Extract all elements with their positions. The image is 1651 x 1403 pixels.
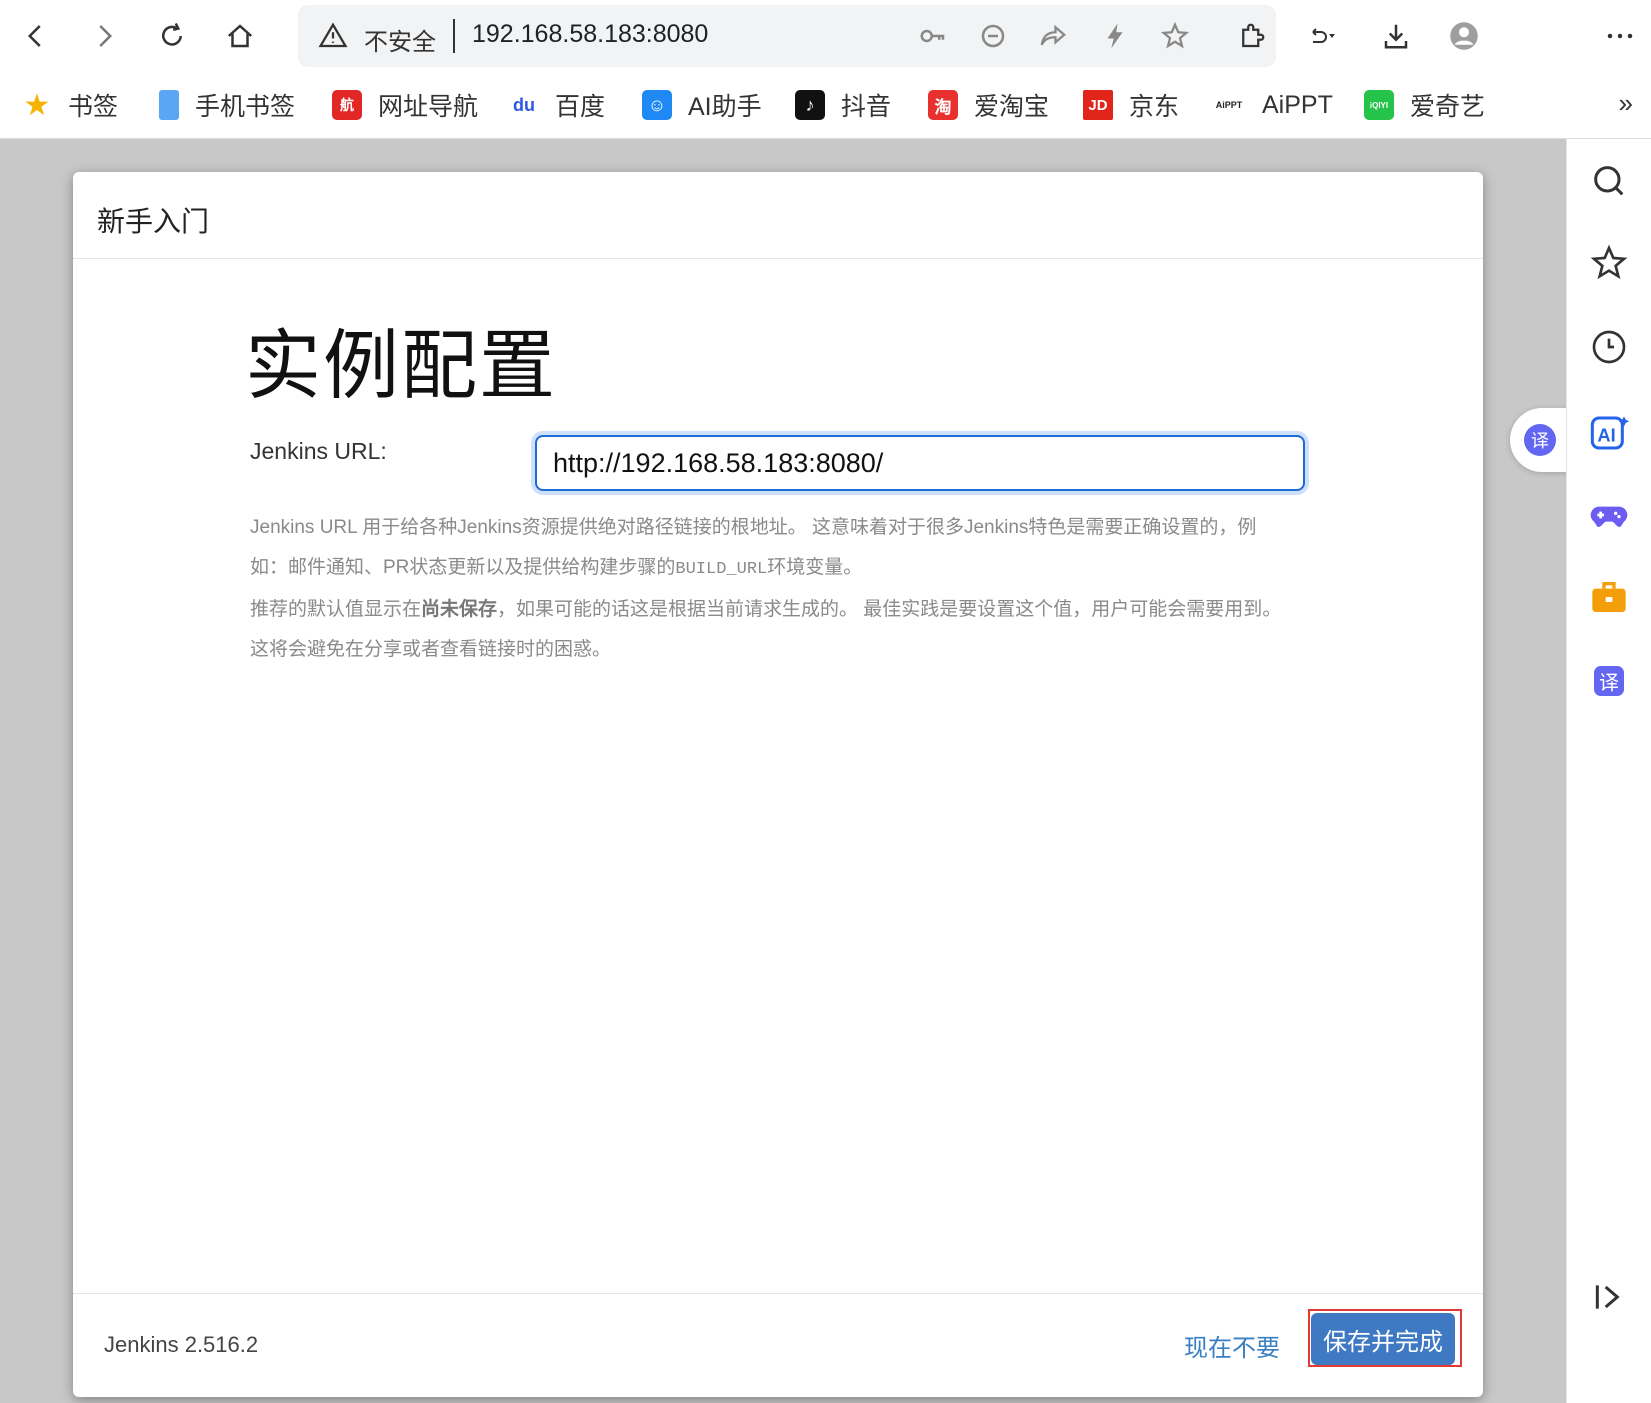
bookmark-item[interactable]: ☺ AI助手 [642,86,762,124]
favorite-star-icon[interactable] [1160,21,1190,51]
bookmarks-overflow-button[interactable]: » [1619,88,1633,119]
avatar-icon [1450,22,1478,50]
ai-icon: AI [1590,416,1629,450]
bookmark-label: AI助手 [688,93,762,121]
forward-icon [99,25,113,47]
bookmark-label: 百度 [555,93,606,121]
sidebar-history-button[interactable] [1587,325,1631,369]
url-text[interactable]: 192.168.58.183:8080 [472,20,708,49]
dialog-header: 新手入门 [73,172,1483,259]
bookmark-label: 爱奇艺 [1410,93,1486,121]
bookmark-item[interactable]: 手机书签 [154,86,295,124]
bookmark-item[interactable]: iQIYI 爱奇艺 [1364,86,1485,124]
download-button[interactable] [1372,12,1420,60]
back-icon [27,25,41,47]
undo-icon [1312,28,1335,43]
extensions-button[interactable] [1228,12,1276,60]
address-bar[interactable]: 不安全 192.168.58.183:8080 [298,5,1276,67]
extension-puzzle-icon [1242,23,1265,48]
bookmark-label: 京东 [1129,93,1180,121]
help-paragraph-2: 推荐的默认值显示在尚未保存，如果可能的话这是根据当前请求生成的。 最佳实践是要设… [250,599,1282,660]
reload-icon [162,22,182,46]
jd-icon: JD [1083,90,1113,120]
translate-icon: 译 [1594,666,1624,696]
translate-icon: 译 [1524,424,1556,456]
bookmark-item[interactable]: ★ 书签 [22,86,118,124]
browser-right-sidebar: AI 译 [1566,139,1651,1403]
save-and-finish-button[interactable]: 保存并完成 [1311,1313,1455,1365]
sidebar-toolbox-button[interactable] [1587,575,1631,619]
sidebar-collapse-button[interactable] [1587,1275,1631,1319]
dialog-footer: Jenkins 2.516.2 现在不要 保存并完成 [73,1293,1483,1397]
bookmark-item[interactable]: 航 网址导航 [332,86,478,124]
translate-float-button[interactable]: 译 [1510,408,1570,472]
build-url-code: BUILD_URL [675,560,768,579]
sidebar-ai-button[interactable]: AI [1587,411,1631,455]
bookmark-label: 网址导航 [378,93,479,121]
iqiyi-icon: iQIYI [1364,90,1394,120]
jenkins-version: Jenkins 2.516.2 [104,1332,259,1357]
douyin-icon: ♪ [795,90,825,120]
undo-menu-button[interactable] [1298,12,1346,60]
reload-button[interactable] [148,12,196,60]
sidebar-translate-button[interactable]: 译 [1587,659,1631,703]
star-icon: ★ [23,88,51,122]
bookmark-item[interactable]: ♪ 抖音 [795,86,891,124]
toolbox-icon [1592,582,1626,612]
phone-bookmark-icon [159,90,179,120]
jenkins-url-input[interactable] [535,435,1305,491]
aippt-icon: AiPPT [1215,100,1243,110]
forward-button[interactable] [80,12,128,60]
sidebar-search-button[interactable] [1587,159,1631,203]
warning-icon [318,22,348,48]
gamepad-icon [1590,506,1628,528]
setup-wizard-dialog: 新手入门 实例配置 Jenkins URL: Jenkins URL 用于给各种… [73,172,1483,1397]
svg-text:AI: AI [1597,424,1615,445]
bookmark-item[interactable]: du 百度 [509,86,605,124]
help-text: Jenkins URL 用于给各种Jenkins资源提供绝对路径链接的根地址。 … [250,508,1290,670]
sidebar-games-button[interactable] [1587,493,1631,537]
search-icon [1594,166,1624,196]
clock-icon [1592,330,1626,364]
home-button[interactable] [216,12,264,60]
bookmark-item[interactable]: JD 京东 [1083,86,1179,124]
sidebar-favorites-button[interactable] [1587,241,1631,285]
bookmark-label: AiPPT [1262,90,1333,119]
bookmark-label: 抖音 [841,93,892,121]
star-outline-icon [1590,244,1628,280]
profile-button[interactable] [1440,12,1488,60]
bookmarks-bar: ★ 书签 手机书签 航 网址导航 du 百度 ☺ AI助手 ♪ 抖音 淘 爱淘宝… [0,72,1651,139]
page-title: 实例配置 [245,324,557,409]
help-paragraph-1: Jenkins URL 用于给各种Jenkins资源提供绝对路径链接的根地址。 … [250,517,1257,579]
nav-icon: 航 [332,90,362,120]
ai-assistant-icon: ☺ [642,90,672,120]
bookmark-item[interactable]: 淘 爱淘宝 [928,86,1049,124]
bookmark-label: 手机书签 [195,93,296,121]
bookmark-label: 爱淘宝 [974,93,1050,121]
security-label[interactable]: 不安全 [364,22,436,57]
taobao-icon: 淘 [928,90,958,120]
more-dots-icon [1607,33,1633,39]
key-icon[interactable] [918,21,948,51]
lightning-icon[interactable] [1100,21,1130,51]
home-icon [227,24,253,48]
collapse-sidebar-icon [1595,1285,1620,1309]
not-saved-emphasis: 尚未保存 [421,599,498,620]
skip-link[interactable]: 现在不要 [1184,1328,1280,1363]
share-icon[interactable] [1038,21,1068,51]
download-icon [1384,24,1408,49]
baidu-icon: du [513,94,535,115]
menu-button[interactable] [1596,12,1644,60]
omnibox-divider [453,19,455,53]
bookmark-label: 书签 [68,93,119,121]
dialog-header-title: 新手入门 [97,206,210,237]
browser-toolbar: 不安全 192.168.58.183:8080 [0,0,1651,72]
zoom-out-icon[interactable] [978,21,1008,51]
back-button[interactable] [12,12,60,60]
bookmark-item[interactable]: AiPPT AiPPT [1212,86,1333,124]
svg-text:译: 译 [1599,670,1619,694]
jenkins-url-label: Jenkins URL: [250,438,387,464]
